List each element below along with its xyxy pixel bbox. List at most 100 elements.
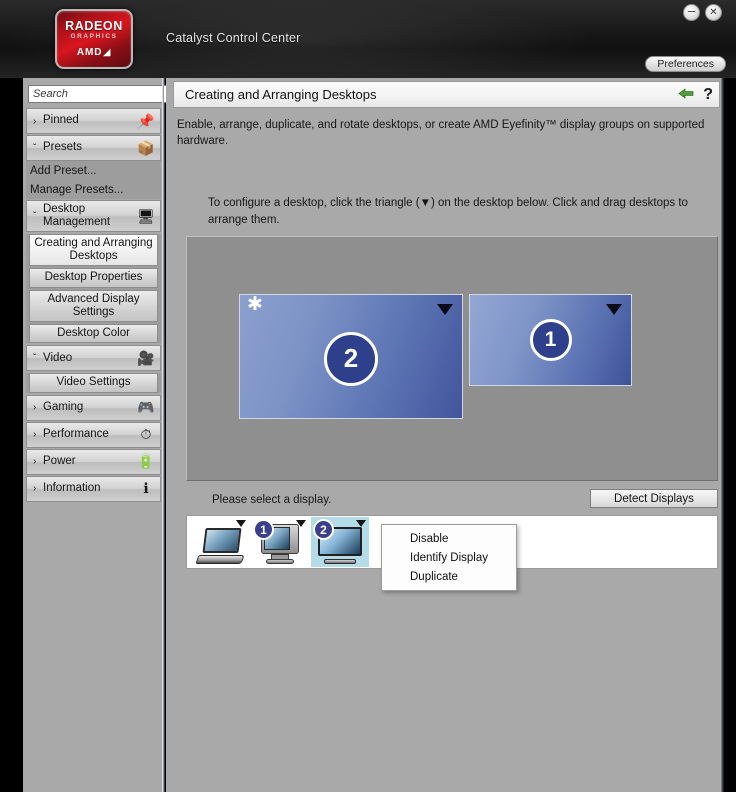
context-menu-item-duplicate[interactable]: Duplicate xyxy=(382,567,516,586)
power-icon: 🔋 xyxy=(137,453,155,470)
logo-brand-text: RADEON xyxy=(65,19,123,33)
display-dropdown-triangle[interactable] xyxy=(356,520,366,528)
sidebar-edge xyxy=(162,78,164,792)
sidebar-item-add-preset[interactable]: Add Preset... xyxy=(26,161,161,180)
sidebar-subgroup: Creating and Arranging Desktops Desktop P… xyxy=(26,234,161,344)
chevron-right-icon[interactable]: › xyxy=(33,116,43,127)
radeon-graphics-logo: RADEON GRAPHICS AMD◢ xyxy=(55,9,133,69)
search-input[interactable] xyxy=(33,88,176,100)
sidebar-group-gaming: › Gaming 🎮 xyxy=(26,394,161,421)
crt-foot-shape xyxy=(266,559,294,565)
help-icon[interactable]: ? xyxy=(703,86,713,103)
window-bottom-edge xyxy=(0,792,736,800)
display-dropdown-triangle[interactable] xyxy=(236,520,246,528)
content-header: Creating and Arranging Desktops ? xyxy=(173,81,720,108)
desktop-rect-2[interactable]: ✱ 2 xyxy=(239,294,463,420)
sidebar-item-gaming[interactable]: › Gaming 🎮 xyxy=(26,394,161,421)
sidebar-group-desktop-management: ˇ Desktop Management 🖥 Creating and Arrangi… xyxy=(26,200,161,344)
detect-displays-button[interactable]: Detect Displays xyxy=(590,489,718,509)
sidebar-item-desktop-color[interactable]: Desktop Color xyxy=(29,324,158,344)
sidebar-item-video[interactable]: ˇ Video 🎥 xyxy=(26,345,161,372)
desktop-config-triangle[interactable] xyxy=(606,304,622,316)
laptop-icon xyxy=(195,528,245,565)
desktop-number-badge: 1 xyxy=(529,319,572,362)
sidebar: « ›Pinned📌ˇPresets📦Add Preset...Manage P… xyxy=(23,78,205,792)
desktop-management-icon: 🖥 xyxy=(137,207,155,224)
main-content: Creating and Arranging Desktops ? Enable… xyxy=(166,78,724,792)
sidebar-group-information: › Information ℹ xyxy=(26,475,161,502)
sidebar-item-label: Gaming xyxy=(43,400,84,413)
context-menu-item-disable[interactable]: Disable xyxy=(382,529,516,548)
sidebar-group-pinned: › Pinned 📌 xyxy=(26,108,161,134)
display-icon-flat-panel[interactable]: 2 xyxy=(311,517,369,568)
arrangement-instruction: To configure a desktop, click the triang… xyxy=(208,197,688,226)
sidebar-group-power: › Power 🔋 xyxy=(26,448,161,475)
title-bar: RADEON GRAPHICS AMD◢ Catalyst Control Ce… xyxy=(0,0,736,78)
context-menu-item-identify-display[interactable]: Identify Display xyxy=(382,548,516,567)
performance-icon: ⏱ xyxy=(140,426,152,443)
information-icon: ℹ xyxy=(143,480,149,497)
presets-icon: 📦 xyxy=(137,139,155,156)
display-context-menu[interactable]: Disable Identify Display Duplicate xyxy=(381,524,517,591)
display-icon-laptop[interactable] xyxy=(191,517,249,567)
chevron-right-icon[interactable]: › xyxy=(33,456,43,467)
logo-sub-text: GRAPHICS xyxy=(70,32,118,40)
search-row: « xyxy=(28,85,205,103)
chevron-right-icon[interactable]: › xyxy=(33,483,43,494)
sidebar-subgroup: Add Preset... Manage Presets... xyxy=(26,161,161,199)
chevron-right-icon[interactable]: › xyxy=(33,402,43,413)
video-icon: 🎥 xyxy=(137,349,155,366)
chevron-down-icon[interactable]: ˇ xyxy=(33,143,43,154)
sidebar-item-label: Video xyxy=(43,351,73,364)
left-rail xyxy=(0,78,23,792)
sidebar-item-advanced-display-settings[interactable]: Advanced Display Settings xyxy=(29,289,158,323)
sidebar-group-video: ˇ Video 🎥 Video Settings xyxy=(26,345,161,393)
sidebar-item-performance[interactable]: › Performance ⏱ xyxy=(26,421,161,448)
sidebar-item-label: Performance xyxy=(43,427,109,440)
sidebar-item-pinned[interactable]: › Pinned 📌 xyxy=(26,108,161,134)
preferences-button[interactable]: Preferences xyxy=(645,56,726,72)
sidebar-item-label: Desktop Management xyxy=(43,202,111,228)
logo-vendor-text: AMD◢ xyxy=(77,48,111,58)
desktop-number-badge: 2 xyxy=(324,331,378,386)
minimize-button[interactable]: – xyxy=(683,4,700,21)
sidebar-item-label: Pinned xyxy=(43,114,79,127)
sidebar-item-presets[interactable]: ˇ Presets 📦 xyxy=(26,135,161,161)
laptop-base-shape xyxy=(195,555,245,565)
desktop-arrangement-canvas[interactable]: ✱ 2 1 xyxy=(186,236,718,482)
back-arrow-icon[interactable] xyxy=(678,88,694,101)
amd-arrow-icon: ◢ xyxy=(103,47,112,57)
desktop-rect-1[interactable]: 1 xyxy=(469,294,632,387)
sidebar-subgroup: Video Settings xyxy=(26,373,161,393)
chevron-down-icon[interactable]: ˇ xyxy=(33,211,43,222)
chevron-down-icon[interactable]: ˇ xyxy=(33,353,43,364)
desktop-config-triangle[interactable] xyxy=(437,304,453,316)
sidebar-item-power[interactable]: › Power 🔋 xyxy=(26,448,161,475)
chevron-right-icon[interactable]: › xyxy=(33,429,43,440)
sidebar-item-information[interactable]: › Information ℹ xyxy=(26,475,161,502)
sidebar-item-manage-presets[interactable]: Manage Presets... xyxy=(26,180,161,199)
sidebar-item-desktop-properties[interactable]: Desktop Properties xyxy=(29,268,158,288)
content-right-edge xyxy=(721,78,724,792)
logo-vendor-label: AMD xyxy=(76,47,103,58)
sidebar-group-presets: ˇ Presets 📦 Add Preset... Manage Presets... xyxy=(26,135,161,199)
gaming-icon: 🎮 xyxy=(137,399,155,416)
sidebar-item-label: Power xyxy=(43,454,76,467)
catalyst-control-center-window: RADEON GRAPHICS AMD◢ Catalyst Control Ce… xyxy=(0,0,736,800)
select-display-message: Please select a display. xyxy=(212,494,332,507)
sidebar-nav: › Pinned 📌 ˇ Presets 📦 Add Preset... Manage Pre… xyxy=(26,108,161,502)
flat-panel-foot-shape xyxy=(324,559,356,565)
sidebar-item-video-settings[interactable]: Video Settings xyxy=(29,373,158,393)
close-button[interactable]: ✕ xyxy=(705,4,722,21)
laptop-lid-shape xyxy=(202,528,242,554)
sidebar-item-label: Information xyxy=(43,481,101,494)
sidebar-item-desktop-management[interactable]: ˇ Desktop Management 🖥 xyxy=(26,200,161,232)
primary-display-marker: ✱ xyxy=(247,294,263,316)
pin-icon: 📌 xyxy=(137,112,155,129)
header-icons: ? xyxy=(678,86,713,103)
page-description: Enable, arrange, duplicate, and rotate d… xyxy=(177,119,705,147)
select-display-row: Please select a display. Detect Displays xyxy=(186,489,718,511)
app-title: Catalyst Control Center xyxy=(166,31,301,45)
sidebar-item-creating-and-arranging-desktops[interactable]: Creating and Arranging Desktops xyxy=(29,234,158,267)
display-icon-crt-monitor[interactable]: 1 xyxy=(251,517,309,567)
